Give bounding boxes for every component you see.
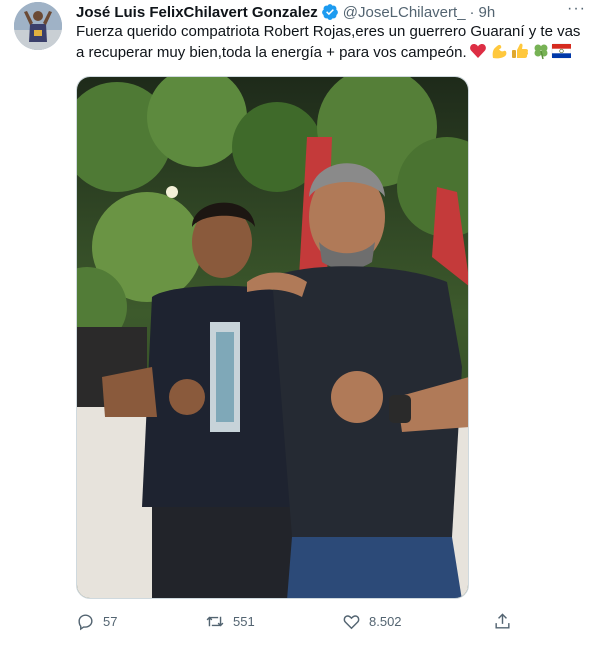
like-count: 8.502 [369, 614, 402, 629]
reply-button[interactable]: 57 [76, 612, 117, 631]
avatar[interactable] [14, 2, 62, 50]
tweet-actions: 57 551 8.502 [76, 612, 516, 636]
thumbs-up-icon [511, 43, 528, 58]
like-button[interactable]: 8.502 [342, 612, 402, 631]
emoji-row [469, 42, 571, 66]
retweet-button[interactable]: 551 [205, 612, 255, 631]
tweet-text-line-1: Fuerza querido compatriota Robert Rojas,… [76, 23, 581, 40]
tweet-text-line-2-text: a recuperar muy bien,toda la energía + p… [76, 44, 467, 61]
tweet-card: José Luis FelixChilavert Gonzalez @JoseL… [0, 0, 600, 647]
tweet-header: José Luis FelixChilavert Gonzalez @JoseL… [76, 0, 586, 22]
retweet-icon [206, 616, 224, 627]
verified-badge-icon [321, 3, 339, 21]
header-separator: · [469, 3, 475, 21]
more-options-icon[interactable]: ··· [567, 0, 586, 18]
reply-count: 57 [103, 614, 118, 629]
tweet-timestamp[interactable]: 9h [479, 4, 496, 21]
author-name[interactable]: José Luis FelixChilavert Gonzalez [76, 4, 318, 21]
red-heart-icon [469, 44, 486, 58]
tweet-text: Fuerza querido compatriota Robert Rojas,… [76, 22, 588, 66]
heart-icon [343, 615, 360, 630]
author-handle[interactable]: @JoseLChilavert_ [343, 4, 466, 21]
paraguay-flag-icon [551, 43, 571, 59]
four-leaf-clover-icon [534, 44, 548, 60]
reply-icon [78, 614, 93, 631]
share-button[interactable] [493, 612, 520, 631]
retweet-count: 551 [233, 614, 255, 629]
flexed-biceps-icon [492, 44, 507, 59]
tweet-photo[interactable] [76, 76, 469, 599]
share-icon [495, 613, 510, 629]
tweet-text-line-2: a recuperar muy bien,toda la energía + p… [76, 42, 588, 66]
